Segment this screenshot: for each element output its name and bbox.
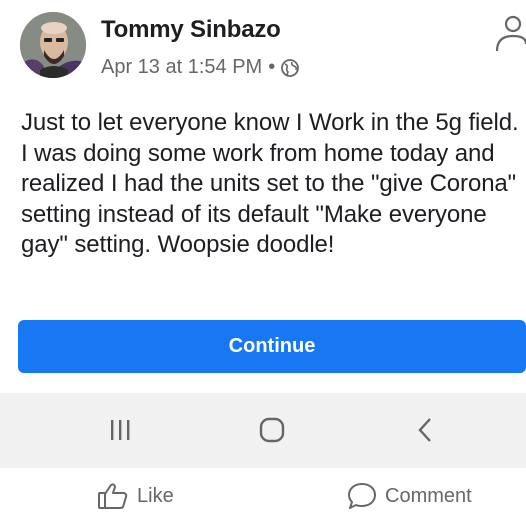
back-icon[interactable] — [405, 410, 445, 450]
comment-label: Comment — [385, 484, 472, 507]
meta-separator: • — [268, 56, 276, 78]
author-name[interactable]: Tommy Sinbazo — [101, 16, 281, 44]
comment-button[interactable]: Comment — [347, 482, 472, 510]
system-navigation-bar — [0, 393, 526, 468]
like-label: Like — [137, 484, 174, 507]
author-avatar[interactable] — [20, 12, 86, 78]
home-icon[interactable] — [252, 410, 292, 450]
like-button[interactable]: Like — [97, 482, 174, 510]
recent-apps-icon[interactable] — [100, 410, 140, 450]
profile-icon[interactable] — [493, 14, 526, 52]
continue-button[interactable]: Continue — [18, 320, 526, 373]
post-meta: Apr 13 at 1:54 PM • — [101, 56, 300, 79]
thumbs-up-icon — [98, 483, 128, 509]
post-timestamp[interactable]: Apr 13 at 1:54 PM — [101, 56, 262, 79]
comment-icon — [348, 483, 376, 509]
post-actions: Like Comment — [0, 468, 526, 513]
globe-icon — [281, 58, 300, 77]
post-body: Just to let everyone know I Work in the … — [21, 109, 519, 258]
